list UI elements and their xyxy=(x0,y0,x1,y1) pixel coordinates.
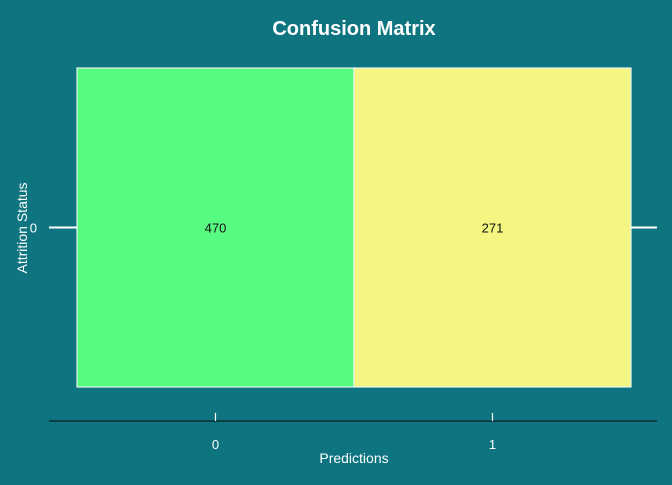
plot-area: 470 271 0 0 1 xyxy=(30,67,657,452)
cell-value-label: 470 xyxy=(205,221,227,236)
chart-title: Confusion Matrix xyxy=(272,18,435,40)
x-tick-label: 1 xyxy=(489,437,496,452)
chart-svg: Confusion Matrix 470 271 0 0 1 Predictions A… xyxy=(14,18,657,466)
y-axis-title: Attrition Status xyxy=(14,182,30,273)
x-tick-label: 0 xyxy=(212,437,219,452)
x-axis-title: Predictions xyxy=(319,450,388,466)
y-tick-label: 0 xyxy=(30,221,37,236)
cell-value-label: 271 xyxy=(482,221,504,236)
confusion-matrix-chart: Confusion Matrix 470 271 0 0 1 Predictions A… xyxy=(0,0,672,480)
